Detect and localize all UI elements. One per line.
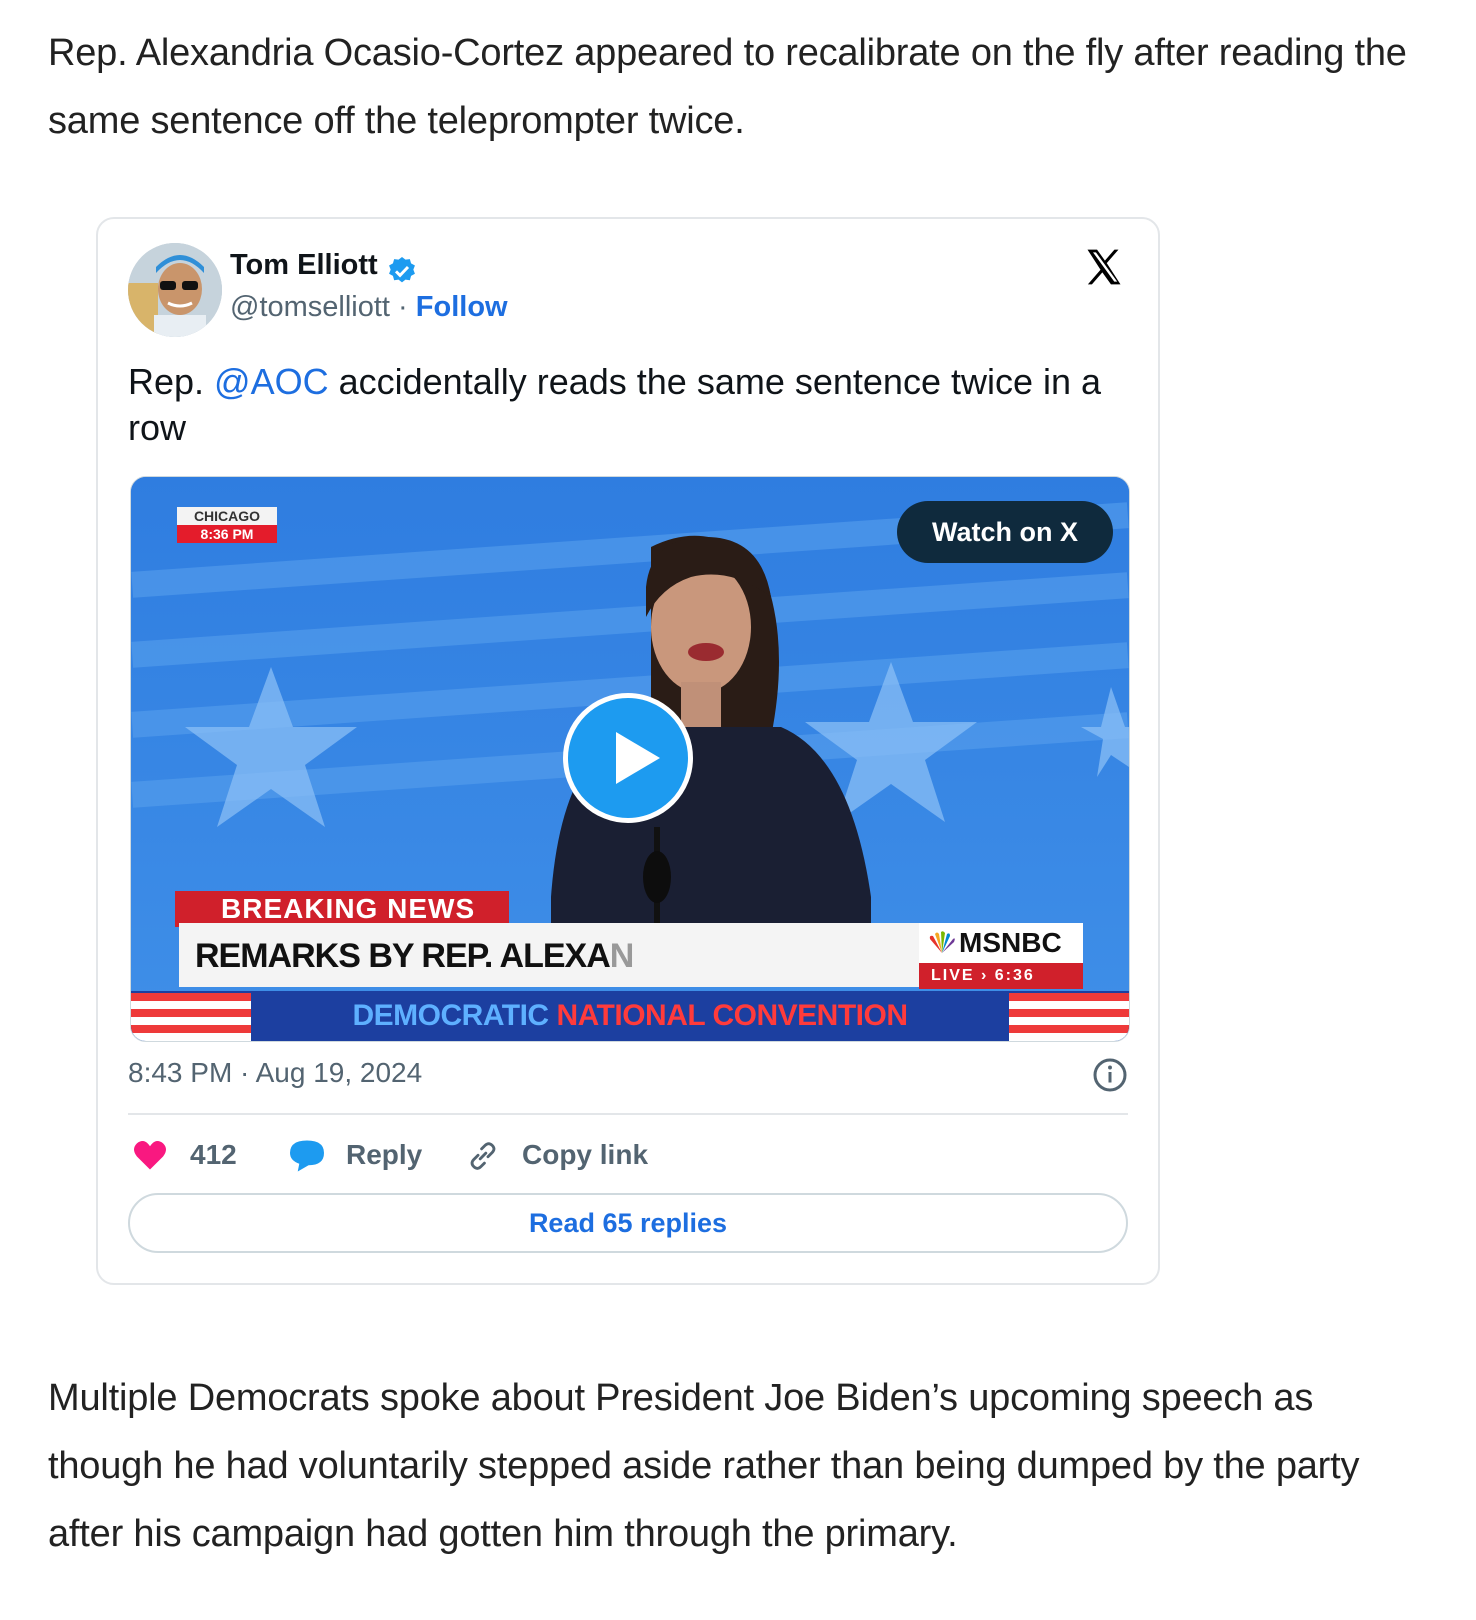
follow-link[interactable]: Follow: [416, 291, 508, 323]
play-button[interactable]: [563, 693, 693, 823]
play-icon: [616, 732, 660, 784]
reply-bubble-icon: [290, 1140, 324, 1172]
lower-third-fade: N: [609, 937, 635, 975]
copy-link-label: Copy link: [522, 1139, 649, 1170]
like-count: 412: [190, 1139, 237, 1170]
convention-word-1: DEMOCRATIC: [352, 999, 550, 1032]
handle-row: @tomselliott · Follow: [230, 291, 508, 324]
tweet-text-prefix: Rep.: [128, 361, 215, 402]
tweet-text: Rep. @AOC accidentally reads the same se…: [128, 359, 1128, 451]
link-icon: [470, 1142, 496, 1170]
reply-button[interactable]: Reply: [288, 1135, 438, 1175]
flag-stripes-right: [1009, 993, 1129, 1041]
info-icon[interactable]: [1092, 1057, 1128, 1093]
reply-label: Reply: [346, 1139, 423, 1170]
convention-ticker: DEMOCRATIC NATIONAL CONVENTION: [131, 991, 1129, 1041]
chicago-time-bug: CHICAGO 8:36 PM: [177, 507, 277, 543]
copy-link-button[interactable]: Copy link: [466, 1135, 656, 1175]
msnbc-logo-text: MSNBC: [959, 927, 1062, 958]
convention-word-2: NATIONAL CONVENTION: [556, 999, 908, 1032]
article-paragraph-intro: Rep. Alexandria Ocasio-Cortez appeared t…: [48, 32, 1407, 142]
read-replies-button[interactable]: Read 65 replies: [128, 1193, 1128, 1253]
x-logo-icon[interactable]: [1082, 245, 1126, 289]
author-handle[interactable]: @tomselliott: [230, 291, 390, 323]
author-name[interactable]: Tom Elliott: [230, 249, 378, 282]
lower-third-main: REMARKS BY REP. ALEXA: [195, 937, 611, 975]
video-player[interactable]: CHICAGO 8:36 PM Watch on X BREAKING NEWS…: [130, 476, 1130, 1042]
breaking-news-banner: BREAKING NEWS: [175, 891, 509, 927]
separator-dot: ·: [398, 291, 408, 323]
watch-on-x-button[interactable]: Watch on X: [897, 501, 1113, 563]
avatar[interactable]: [128, 243, 222, 337]
like-button[interactable]: 412: [128, 1135, 248, 1175]
lower-third-text: REMARKS BY REP. ALEXAN: [179, 923, 921, 987]
embedded-tweet-card[interactable]: Tom Elliott @tomselliott · Follow Rep. @…: [96, 217, 1160, 1285]
mention-link[interactable]: @AOC: [214, 361, 329, 402]
heart-icon: [134, 1141, 166, 1170]
live-indicator: LIVE › 6:36: [919, 963, 1083, 989]
verified-badge-icon: [389, 257, 415, 283]
chicago-time-label: 8:36 PM: [177, 525, 277, 543]
chicago-city-label: CHICAGO: [177, 507, 277, 525]
flag-stripes-left: [131, 993, 251, 1041]
tweet-timestamp[interactable]: 8:43 PM · Aug 19, 2024: [128, 1057, 422, 1089]
article-paragraph-body: Multiple Democrats spoke about President…: [48, 1377, 1360, 1555]
peacock-logo-icon: [929, 931, 955, 953]
divider: [128, 1113, 1128, 1115]
msnbc-bug: MSNBC LIVE › 6:36: [919, 923, 1083, 989]
